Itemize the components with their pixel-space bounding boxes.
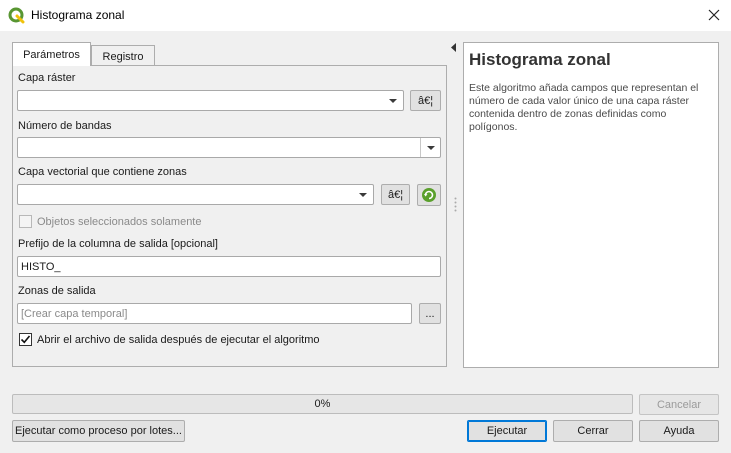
vector-layer-browse-button[interactable]: â€¦ [381,184,410,205]
run-button[interactable]: Ejecutar [467,420,547,442]
raster-layer-combo[interactable] [17,90,404,111]
vector-layer-label: Capa vectorial que contiene zonas [18,166,187,178]
tab-parameters[interactable]: Parámetros [12,42,91,66]
open-output-label: Abrir el archivo de salida después de ej… [37,334,320,346]
help-pane: Histograma zonal Este algoritmo añada ca… [463,42,719,368]
help-description: Este algoritmo añada campos que represen… [469,82,699,133]
selected-only-label: Objetos seleccionados solamente [37,216,202,228]
iterate-toggle-button[interactable] [417,184,441,206]
tab-log[interactable]: Registro [91,45,155,67]
vector-layer-combo[interactable] [17,184,374,205]
close-icon[interactable] [700,3,728,27]
cancel-button[interactable]: Cancelar [639,394,719,415]
prefix-input[interactable]: HISTO_ [17,256,441,277]
band-number-combo[interactable] [17,137,441,158]
raster-layer-browse-button[interactable]: â€¦ [410,90,441,111]
output-zones-label: Zonas de salida [18,285,96,297]
qgis-logo-icon [8,7,25,24]
splitter-handle[interactable] [454,197,457,212]
help-button[interactable]: Ayuda [639,420,719,442]
batch-process-button[interactable]: Ejecutar como proceso por lotes... [12,420,185,442]
chevron-down-icon [353,185,373,204]
chevron-down-icon [420,138,440,157]
window-title: Histograma zonal [31,8,125,22]
prefix-label: Prefijo de la columna de salida [opciona… [18,238,218,250]
band-number-label: Número de bandas [18,120,112,132]
help-title: Histograma zonal [469,50,611,69]
output-browse-button[interactable]: ... [419,303,441,324]
refresh-icon [422,188,436,202]
raster-layer-label: Capa ráster [18,72,76,84]
collapse-help-icon[interactable] [451,43,457,52]
close-button[interactable]: Cerrar [553,420,633,442]
open-output-checkbox[interactable] [19,333,32,346]
progress-text: 0% [314,398,331,410]
chevron-down-icon [383,91,403,110]
selected-only-checkbox[interactable] [19,215,32,228]
output-zones-input[interactable]: [Crear capa temporal] [17,303,412,324]
progress-bar: 0% [12,394,633,414]
checkmark-icon [20,335,31,344]
